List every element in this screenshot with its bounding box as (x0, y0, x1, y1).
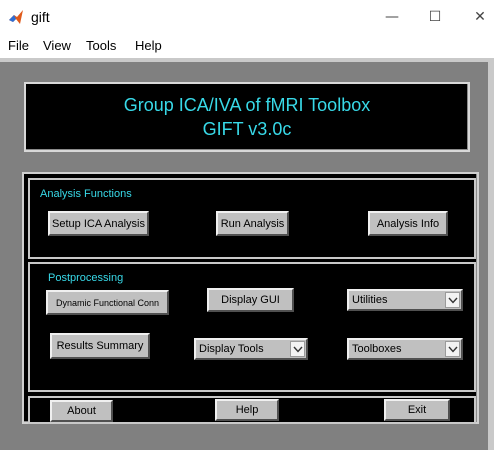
utilities-dropdown-value: Utilities (352, 294, 388, 306)
chevron-down-icon[interactable] (290, 341, 305, 357)
toolboxes-dropdown[interactable]: Toolboxes (347, 338, 463, 360)
run-analysis-button[interactable]: Run Analysis (216, 211, 289, 236)
postprocessing-section-label: Postprocessing (48, 272, 124, 284)
setup-ica-button[interactable]: Setup ICA Analysis (48, 211, 149, 236)
about-button[interactable]: About (50, 400, 113, 422)
window-title: gift (31, 9, 50, 25)
menu-help[interactable]: Help (135, 38, 162, 53)
minimize-button[interactable]: — (380, 6, 404, 28)
display-gui-button[interactable]: Display GUI (207, 288, 294, 312)
display-tools-dropdown[interactable]: Display Tools (194, 338, 308, 360)
results-summary-button[interactable]: Results Summary (50, 333, 150, 359)
analysis-section-label: Analysis Functions (40, 188, 132, 200)
menu-tools[interactable]: Tools (86, 38, 116, 53)
window-titlebar: gift — ☐ ✕ (0, 0, 494, 34)
exit-button[interactable]: Exit (384, 399, 450, 421)
menu-file[interactable]: File (8, 38, 29, 53)
chevron-down-icon[interactable] (445, 341, 460, 357)
display-tools-dropdown-value: Display Tools (199, 343, 264, 355)
dynamic-functional-conn-button[interactable]: Dynamic Functional Conn (46, 290, 169, 315)
chevron-down-icon[interactable] (445, 292, 460, 308)
banner-title: Group ICA/IVA of fMRI Toolbox (123, 95, 371, 115)
figure-edge (488, 58, 494, 450)
toolboxes-dropdown-value: Toolboxes (352, 343, 402, 355)
matlab-icon (8, 9, 24, 25)
analysis-info-button[interactable]: Analysis Info (368, 211, 448, 236)
utilities-dropdown[interactable]: Utilities (347, 289, 463, 311)
close-button[interactable]: ✕ (468, 6, 492, 28)
menubar: File View Tools Help (0, 34, 494, 58)
menu-view[interactable]: View (43, 38, 71, 53)
maximize-button[interactable]: ☐ (423, 6, 447, 28)
banner-version: GIFT v3.0c (202, 119, 292, 139)
help-button[interactable]: Help (215, 399, 279, 421)
title-banner: Group ICA/IVA of fMRI Toolbox GIFT v3.0c (24, 82, 470, 152)
